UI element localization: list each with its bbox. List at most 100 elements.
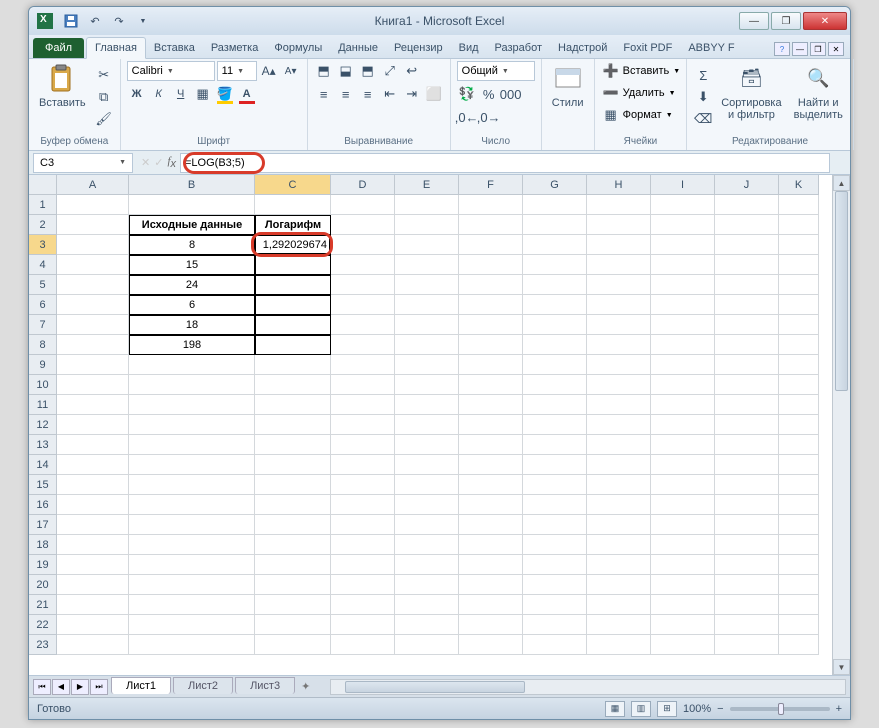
row-header-17[interactable]: 17	[29, 515, 57, 535]
increase-decimal-icon[interactable]: ,0←	[457, 107, 477, 127]
cell-F13[interactable]	[459, 435, 523, 455]
cell-D1[interactable]	[331, 195, 395, 215]
cell-F22[interactable]	[459, 615, 523, 635]
autosum-icon[interactable]: Σ	[693, 65, 713, 85]
cell-G21[interactable]	[523, 595, 587, 615]
cell-K18[interactable]	[779, 535, 819, 555]
col-header-D[interactable]: D	[331, 175, 395, 195]
sheet-tab-2[interactable]: Лист2	[173, 677, 233, 694]
cell-F15[interactable]	[459, 475, 523, 495]
cell-J23[interactable]	[715, 635, 779, 655]
cell-A12[interactable]	[57, 415, 129, 435]
vertical-scrollbar[interactable]: ▲ ▼	[832, 175, 850, 675]
prev-sheet-icon[interactable]: ◀	[52, 679, 70, 695]
help-icon[interactable]: ?	[774, 42, 790, 56]
cell-F20[interactable]	[459, 575, 523, 595]
cell-G18[interactable]	[523, 535, 587, 555]
cell-H11[interactable]	[587, 395, 651, 415]
save-icon[interactable]	[61, 11, 81, 31]
cell-I4[interactable]	[651, 255, 715, 275]
cell-B19[interactable]	[129, 555, 255, 575]
cell-C19[interactable]	[255, 555, 331, 575]
cell-H21[interactable]	[587, 595, 651, 615]
cell-G3[interactable]	[523, 235, 587, 255]
row-header-7[interactable]: 7	[29, 315, 57, 335]
cell-C14[interactable]	[255, 455, 331, 475]
cell-B3[interactable]: 8	[129, 235, 255, 255]
cell-A18[interactable]	[57, 535, 129, 555]
cell-J4[interactable]	[715, 255, 779, 275]
cell-J7[interactable]	[715, 315, 779, 335]
row-header-9[interactable]: 9	[29, 355, 57, 375]
cell-E18[interactable]	[395, 535, 459, 555]
cell-E15[interactable]	[395, 475, 459, 495]
cell-I2[interactable]	[651, 215, 715, 235]
underline-icon[interactable]: Ч	[171, 84, 191, 104]
cell-B12[interactable]	[129, 415, 255, 435]
cell-J18[interactable]	[715, 535, 779, 555]
cell-D4[interactable]	[331, 255, 395, 275]
cell-H14[interactable]	[587, 455, 651, 475]
row-header-4[interactable]: 4	[29, 255, 57, 275]
cell-B22[interactable]	[129, 615, 255, 635]
cell-G6[interactable]	[523, 295, 587, 315]
zoom-in-icon[interactable]: +	[836, 703, 842, 715]
cell-F3[interactable]	[459, 235, 523, 255]
cell-D11[interactable]	[331, 395, 395, 415]
cell-K11[interactable]	[779, 395, 819, 415]
cell-C18[interactable]	[255, 535, 331, 555]
cell-E7[interactable]	[395, 315, 459, 335]
find-select-button[interactable]: 🔍 Найти и выделить	[790, 61, 847, 123]
cell-E5[interactable]	[395, 275, 459, 295]
row-header-5[interactable]: 5	[29, 275, 57, 295]
cell-G16[interactable]	[523, 495, 587, 515]
cell-D16[interactable]	[331, 495, 395, 515]
cell-H17[interactable]	[587, 515, 651, 535]
row-header-2[interactable]: 2	[29, 215, 57, 235]
decrease-indent-icon[interactable]: ⇤	[380, 84, 400, 104]
tab-abbyy[interactable]: ABBYY F	[680, 38, 742, 58]
cell-A15[interactable]	[57, 475, 129, 495]
cell-K8[interactable]	[779, 335, 819, 355]
cell-C20[interactable]	[255, 575, 331, 595]
cell-C3[interactable]: 1,292029674	[255, 235, 331, 255]
cell-I23[interactable]	[651, 635, 715, 655]
decrease-decimal-icon[interactable]: ,0→	[479, 107, 499, 127]
row-header-15[interactable]: 15	[29, 475, 57, 495]
cell-K16[interactable]	[779, 495, 819, 515]
cell-E14[interactable]	[395, 455, 459, 475]
row-header-8[interactable]: 8	[29, 335, 57, 355]
cell-H8[interactable]	[587, 335, 651, 355]
cell-I22[interactable]	[651, 615, 715, 635]
cell-D5[interactable]	[331, 275, 395, 295]
cell-K13[interactable]	[779, 435, 819, 455]
orientation-icon[interactable]: ⤢	[380, 61, 400, 81]
cell-I9[interactable]	[651, 355, 715, 375]
col-header-J[interactable]: J	[715, 175, 779, 195]
fill-icon[interactable]: ⬇	[693, 87, 713, 107]
cell-H23[interactable]	[587, 635, 651, 655]
cell-B8[interactable]: 198	[129, 335, 255, 355]
zoom-out-icon[interactable]: −	[717, 703, 723, 715]
cell-B6[interactable]: 6	[129, 295, 255, 315]
row-header-19[interactable]: 19	[29, 555, 57, 575]
cell-K1[interactable]	[779, 195, 819, 215]
cell-A14[interactable]	[57, 455, 129, 475]
cell-I8[interactable]	[651, 335, 715, 355]
cell-E1[interactable]	[395, 195, 459, 215]
grow-font-icon[interactable]: A▴	[259, 61, 279, 81]
cell-H18[interactable]	[587, 535, 651, 555]
cell-J14[interactable]	[715, 455, 779, 475]
cell-D8[interactable]	[331, 335, 395, 355]
cell-G17[interactable]	[523, 515, 587, 535]
cell-G7[interactable]	[523, 315, 587, 335]
cell-F1[interactable]	[459, 195, 523, 215]
cell-B20[interactable]	[129, 575, 255, 595]
cell-K15[interactable]	[779, 475, 819, 495]
cell-B18[interactable]	[129, 535, 255, 555]
cell-C17[interactable]	[255, 515, 331, 535]
cells-format-button[interactable]: ▦Формат▼	[601, 105, 673, 125]
cell-J9[interactable]	[715, 355, 779, 375]
mdi-close-icon[interactable]: ✕	[828, 42, 844, 56]
cell-E19[interactable]	[395, 555, 459, 575]
